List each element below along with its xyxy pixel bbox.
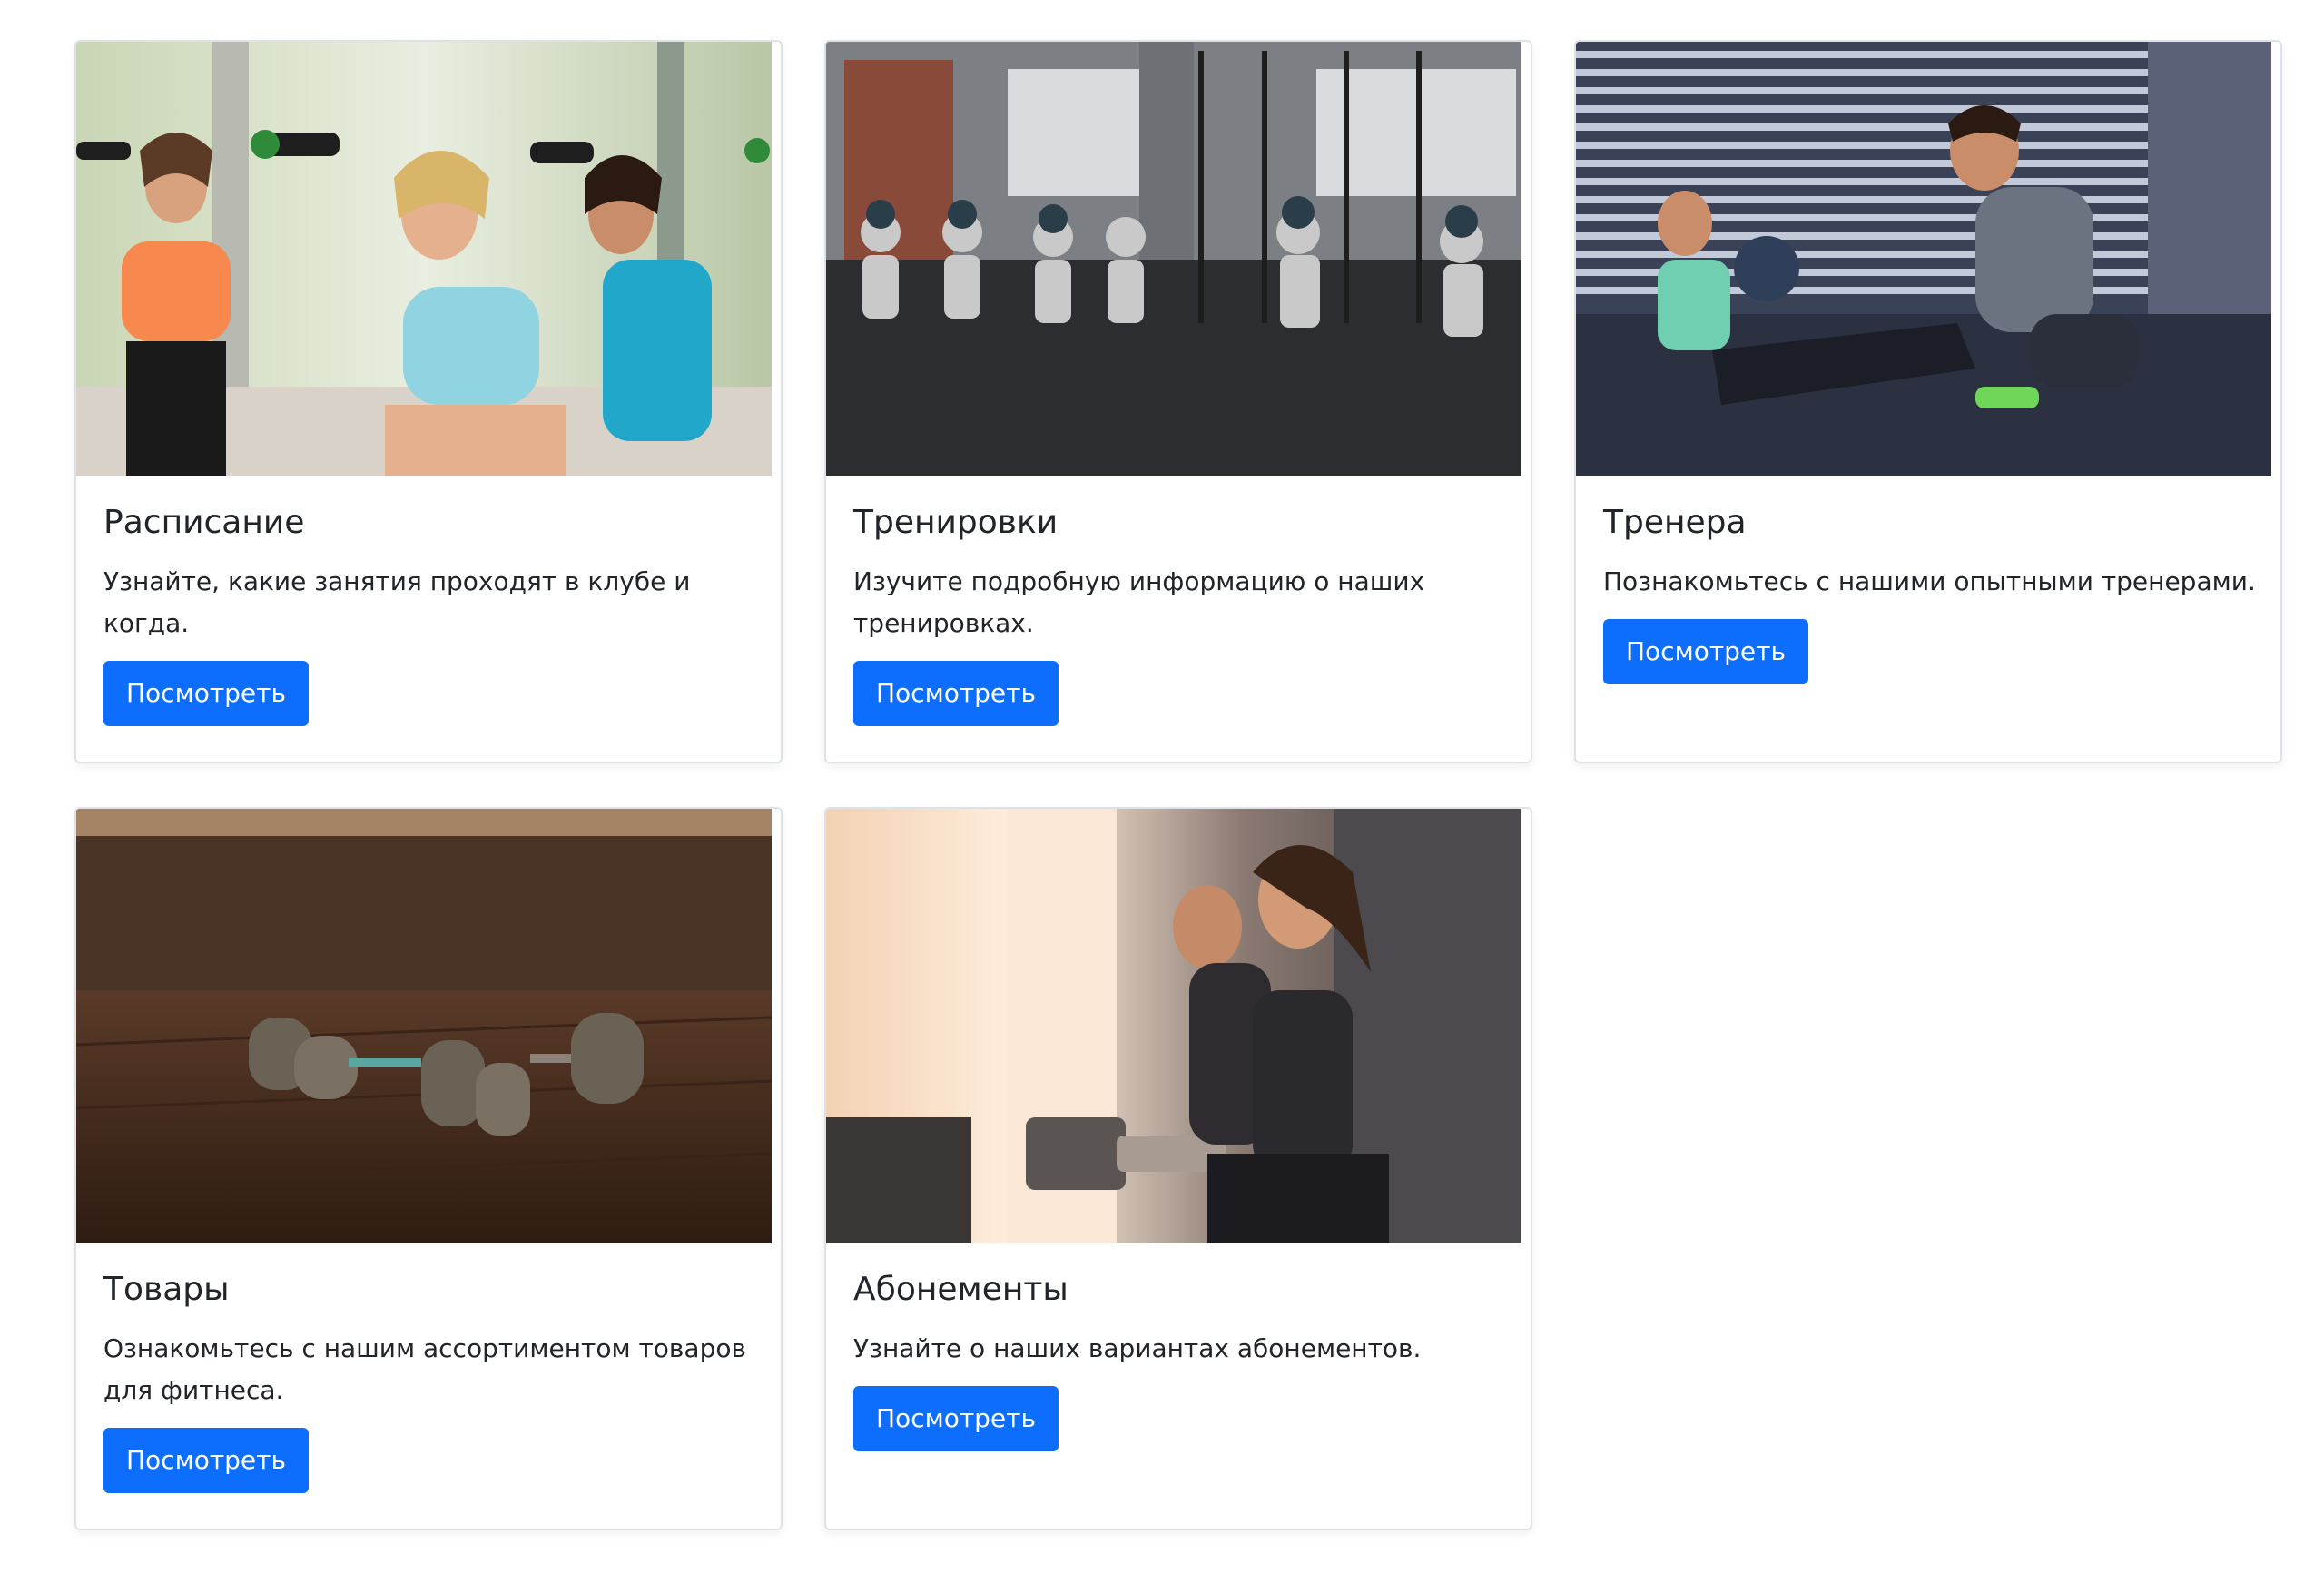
card-text: Узнайте, какие занятия проходят в клубе … [103, 566, 691, 638]
view-products-button[interactable]: Посмотреть [103, 1428, 309, 1493]
card-schedule: Расписание Узнайте, какие занятия проход… [74, 40, 783, 763]
card-title: Расписание [103, 504, 305, 541]
card-memberships: Абонементы Узнайте о наших вариантах або… [824, 807, 1532, 1530]
card-image-trainers [1576, 42, 2271, 476]
card-image-workouts [826, 42, 1521, 476]
card-text: Ознакомьтесь с нашим ассортиментом товар… [103, 1333, 746, 1405]
card-body: Тренера Познакомьтесь с нашими опытными … [1603, 496, 2259, 684]
view-workouts-button[interactable]: Посмотреть [853, 661, 1059, 726]
card-title: Тренера [1603, 504, 1747, 541]
card-text: Узнайте о наших вариантах абонементов. [853, 1333, 1422, 1363]
card-trainers: Тренера Познакомьтесь с нашими опытными … [1574, 40, 2282, 763]
card-title: Товары [103, 1271, 230, 1308]
card-body: Абонементы Узнайте о наших вариантах або… [853, 1263, 1509, 1451]
card-image-memberships [826, 809, 1521, 1243]
view-schedule-button[interactable]: Посмотреть [103, 661, 309, 726]
card-products: Товары Ознакомьтесь с нашим ассортименто… [74, 807, 783, 1530]
card-title: Тренировки [853, 504, 1059, 541]
view-memberships-button[interactable]: Посмотреть [853, 1386, 1059, 1451]
view-trainers-button[interactable]: Посмотреть [1603, 619, 1808, 684]
card-title: Абонементы [853, 1271, 1068, 1308]
cards-grid: Расписание Узнайте, какие занятия проход… [0, 0, 2324, 1583]
card-body: Тренировки Изучите подробную информацию … [853, 496, 1509, 726]
card-image-products [76, 809, 772, 1243]
card-text: Познакомьтесь с нашими опытными тренерам… [1603, 566, 2256, 596]
card-workouts: Тренировки Изучите подробную информацию … [824, 40, 1532, 763]
card-text: Изучите подробную информацию о наших тре… [853, 566, 1425, 638]
card-image-schedule [76, 42, 772, 476]
card-body: Товары Ознакомьтесь с нашим ассортименто… [103, 1263, 759, 1493]
card-body: Расписание Узнайте, какие занятия проход… [103, 496, 759, 726]
